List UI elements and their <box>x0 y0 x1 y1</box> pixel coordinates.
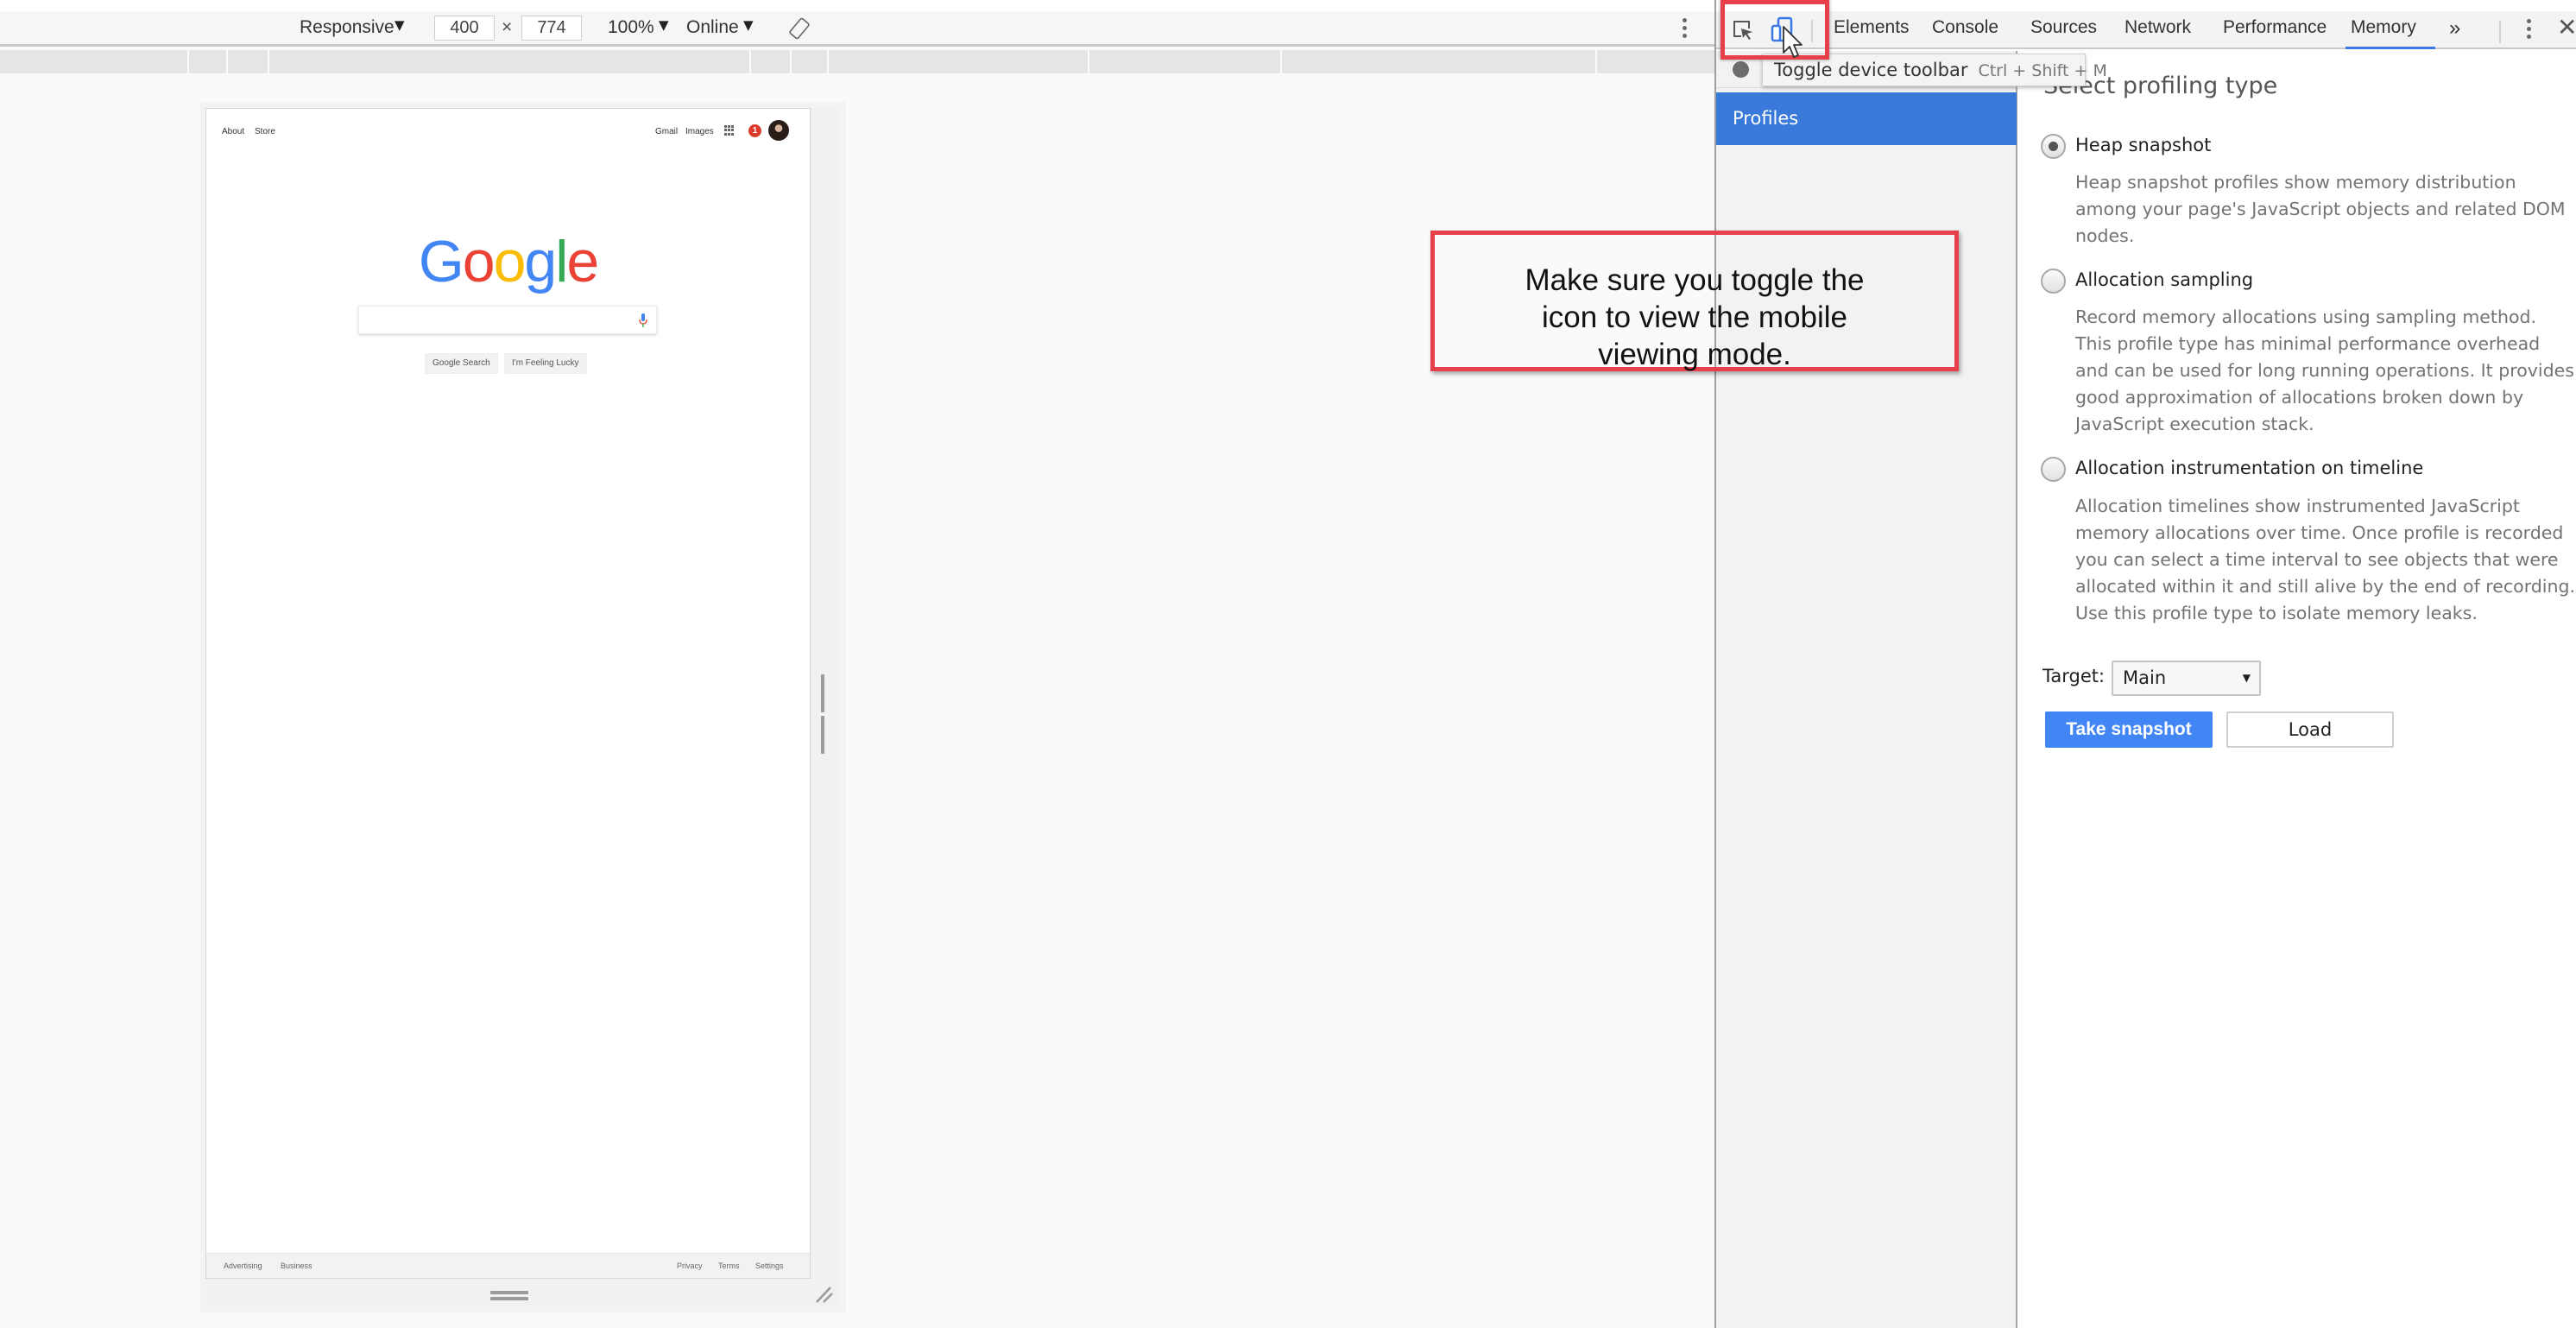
active-tab-indicator <box>2346 47 2435 49</box>
search-input[interactable] <box>358 306 657 334</box>
tooltip-shortcut: Ctrl + Shift + M <box>1978 61 2107 80</box>
feeling-lucky-button[interactable]: I'm Feeling Lucky <box>504 353 587 374</box>
page-footer: Advertising Business Privacy Terms Setti… <box>206 1253 810 1278</box>
heap-snapshot-label[interactable]: Heap snapshot <box>2075 135 2211 155</box>
allocation-timeline-radio[interactable] <box>2041 457 2066 482</box>
mouse-cursor-icon <box>1783 26 1803 58</box>
terms-link[interactable]: Terms <box>718 1262 740 1270</box>
ruler-tick <box>187 50 189 73</box>
device-toolbar: Responsive ▼ 400 × 774 100% ▼ Online ▼ <box>0 11 1714 47</box>
more-tabs-icon[interactable]: » <box>2449 16 2460 41</box>
apps-grid-icon[interactable] <box>724 125 735 136</box>
target-value: Main <box>2123 667 2167 688</box>
ruler-tick <box>226 50 228 73</box>
dimension-separator: × <box>502 17 513 37</box>
close-devtools-icon[interactable]: ✕ <box>2557 13 2576 41</box>
tab-console[interactable]: Console <box>1932 17 1998 38</box>
top-strip <box>0 0 1714 11</box>
logo-letter: g <box>524 229 557 294</box>
load-button[interactable]: Load <box>2226 711 2394 748</box>
device-caret-icon[interactable]: ▼ <box>395 17 405 33</box>
tab-network[interactable]: Network <box>2125 17 2191 38</box>
logo-letter: o <box>462 229 496 294</box>
microphone-icon[interactable] <box>639 313 647 327</box>
chevron-down-icon: ▼ <box>2242 672 2251 684</box>
ruler-tick <box>1280 50 1282 73</box>
media-query-ruler[interactable] <box>0 50 1714 73</box>
zoom-select[interactable]: 100% <box>608 17 654 38</box>
sidebar-item-profiles[interactable]: Profiles <box>1716 92 2017 145</box>
gmail-link[interactable]: Gmail <box>655 127 678 136</box>
devtools-top-strip <box>1716 0 2576 11</box>
height-grip-icon[interactable] <box>490 1291 530 1300</box>
ruler-tick <box>790 50 792 73</box>
tab-elements[interactable]: Elements <box>1834 17 1910 38</box>
rotate-icon[interactable] <box>787 16 811 41</box>
logo-letter: o <box>493 229 527 294</box>
google-search-button[interactable]: Google Search <box>425 353 498 374</box>
zoom-caret-icon[interactable]: ▼ <box>659 17 669 33</box>
device-select[interactable]: Responsive <box>300 17 395 38</box>
tab-memory[interactable]: Memory <box>2351 17 2416 38</box>
allocation-timeline-label[interactable]: Allocation instrumentation on timeline <box>2075 458 2423 478</box>
device-toolbar-more-icon[interactable] <box>1680 18 1689 41</box>
width-input[interactable]: 400 <box>434 16 495 41</box>
tab-sources[interactable]: Sources <box>2030 17 2097 38</box>
avatar[interactable] <box>768 120 789 141</box>
logo-letter: l <box>555 229 568 294</box>
target-select[interactable]: Main ▼ <box>2112 661 2261 696</box>
notification-badge[interactable]: 1 <box>748 124 761 137</box>
annotation-highlight-box <box>1720 0 1829 60</box>
advertising-link[interactable]: Advertising <box>224 1262 262 1270</box>
ruler-tick <box>827 50 829 73</box>
ruler-tick <box>749 50 751 73</box>
emulation-area: Responsive ▼ 400 × 774 100% ▼ Online ▼ A… <box>0 0 1714 1328</box>
logo-letter: e <box>566 229 599 294</box>
height-input[interactable]: 774 <box>521 16 582 41</box>
store-link[interactable]: Store <box>255 127 275 136</box>
logo-letter: G <box>418 229 464 294</box>
sidebar-divider <box>1716 87 2017 88</box>
business-link[interactable]: Business <box>281 1262 313 1270</box>
allocation-timeline-description: Allocation timelines show instrumented J… <box>2075 496 2576 623</box>
take-snapshot-button[interactable]: Take snapshot <box>2045 711 2213 748</box>
allocation-sampling-label[interactable]: Allocation sampling <box>2075 269 2253 290</box>
emulated-viewport: About Store Gmail Images 1 Google Google… <box>205 108 811 1279</box>
network-select[interactable]: Online <box>686 17 739 38</box>
allocation-sampling-radio[interactable] <box>2041 269 2066 294</box>
corner-resize-icon[interactable] <box>815 1285 834 1304</box>
ruler-tick <box>1088 50 1089 73</box>
toolbar-separator <box>2499 21 2501 43</box>
allocation-sampling-description: Record memory allocations using sampling… <box>2075 307 2574 434</box>
google-logo: Google <box>206 228 810 295</box>
privacy-link[interactable]: Privacy <box>677 1262 703 1270</box>
width-grip-icon[interactable] <box>821 674 831 754</box>
ruler-tick <box>1595 50 1597 73</box>
record-icon[interactable] <box>1733 61 1749 78</box>
target-label: Target: <box>2042 666 2106 686</box>
settings-link[interactable]: Settings <box>755 1262 784 1270</box>
about-link[interactable]: About <box>222 127 244 136</box>
annotation-callout: Make sure you toggle the icon to view th… <box>1430 231 1959 371</box>
images-link[interactable]: Images <box>685 127 714 136</box>
tab-performance[interactable]: Performance <box>2223 17 2327 38</box>
tooltip-label: Toggle device toolbar <box>1774 60 1968 80</box>
ruler-tick <box>268 50 269 73</box>
heap-snapshot-description: Heap snapshot profiles show memory distr… <box>2075 172 2566 246</box>
heap-snapshot-radio[interactable] <box>2041 134 2066 159</box>
network-caret-icon[interactable]: ▼ <box>743 17 754 33</box>
callout-text: Make sure you toggle the icon to view th… <box>1525 263 1865 371</box>
devtools-menu-icon[interactable] <box>2525 19 2532 41</box>
